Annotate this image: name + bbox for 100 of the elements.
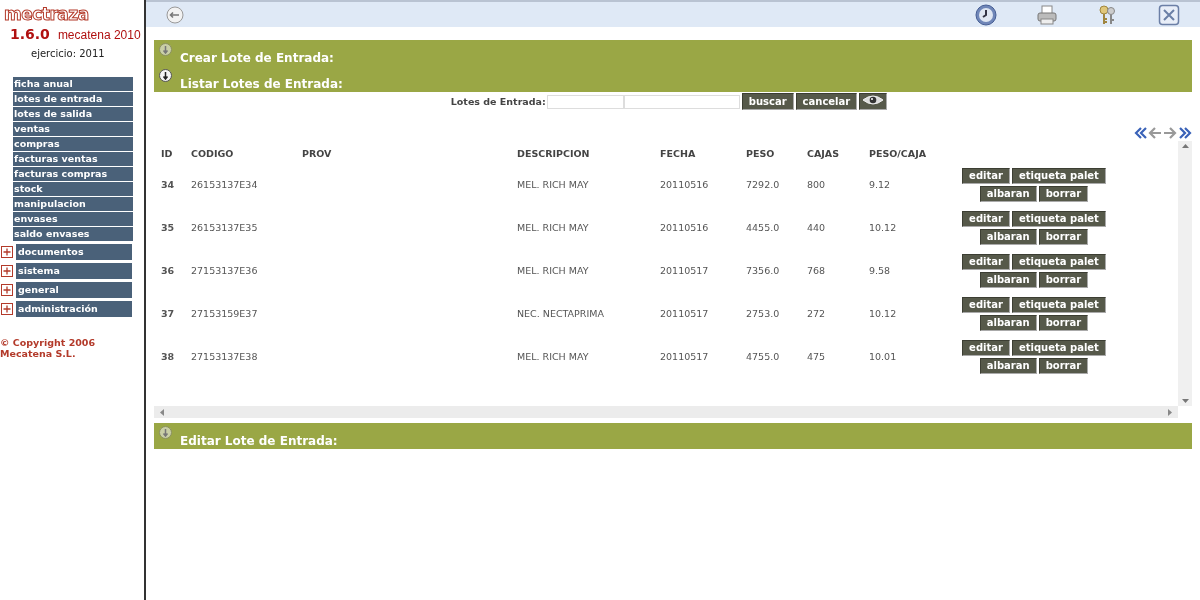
- sidebar-item[interactable]: saldo envases: [13, 227, 133, 241]
- table-cell: 7356.0: [746, 265, 780, 276]
- sidebar-item[interactable]: ficha anual: [13, 77, 133, 91]
- search-button[interactable]: cancelar: [795, 93, 858, 110]
- row-action-button[interactable]: editar: [962, 339, 1010, 356]
- input-field[interactable]: [623, 94, 740, 109]
- column-header: CODIGO: [190, 146, 235, 161]
- vertical-scrollbar[interactable]: [1178, 141, 1192, 406]
- expand-icon[interactable]: [1, 265, 13, 277]
- table-cell: 4455.0: [746, 222, 780, 233]
- row-action-button[interactable]: etiqueta palet: [1011, 253, 1106, 270]
- table-cell: 800: [807, 179, 826, 190]
- sidebar-item[interactable]: ventas: [13, 122, 133, 136]
- search-button[interactable]: buscar: [741, 93, 794, 110]
- table-cell: NEC. NECTAPRIMA: [517, 308, 604, 319]
- search-label: Lotes de Entrada:: [450, 96, 546, 107]
- row-action-button[interactable]: albaran: [979, 185, 1037, 202]
- table-cell: 20110517: [660, 265, 709, 276]
- eye-icon[interactable]: [859, 93, 888, 110]
- table-cell: 27153137E36: [191, 265, 258, 276]
- row-action-button[interactable]: albaran: [979, 271, 1037, 288]
- sidebar-item[interactable]: lotes de entrada: [13, 92, 133, 106]
- table-cell: 35: [161, 222, 175, 233]
- column-header: ID: [160, 146, 174, 161]
- row-action-button[interactable]: etiqueta palet: [1011, 296, 1106, 313]
- sidebar-item[interactable]: compras: [13, 137, 133, 151]
- column-header: PROV: [301, 146, 333, 161]
- expand-icon[interactable]: [159, 426, 172, 439]
- row-action-button[interactable]: borrar: [1038, 271, 1089, 288]
- table-cell: 9.12: [869, 179, 891, 190]
- sidebar-item[interactable]: facturas compras: [13, 167, 133, 181]
- table-cell: 272: [807, 308, 826, 319]
- table-cell: 10.12: [869, 222, 897, 233]
- version-number: 1.6.0: [10, 26, 50, 42]
- last-page-icon[interactable]: [1178, 126, 1192, 140]
- table-cell: 20110517: [660, 308, 709, 319]
- sidebar-group[interactable]: general: [16, 282, 132, 298]
- sidebar-group[interactable]: administración: [16, 301, 132, 317]
- table-cell: 4755.0: [746, 351, 780, 362]
- row-action-button[interactable]: borrar: [1038, 314, 1089, 331]
- row-action-button[interactable]: albaran: [979, 314, 1037, 331]
- row-action-button[interactable]: editar: [962, 253, 1010, 270]
- brand-label: mecatena 2010: [57, 28, 141, 42]
- scroll-down-icon[interactable]: [1181, 399, 1189, 403]
- back-icon[interactable]: [166, 5, 184, 24]
- row-action-button[interactable]: etiqueta palet: [1011, 339, 1106, 356]
- table-cell: 34: [161, 179, 175, 190]
- row-action-button[interactable]: etiqueta palet: [1011, 210, 1106, 227]
- sidebar-group[interactable]: sistema: [16, 263, 132, 279]
- copyright-text: © Copyright 2006 Mecatena S.L.: [0, 337, 97, 359]
- next-icon[interactable]: [1163, 126, 1177, 140]
- row-action-button[interactable]: borrar: [1038, 228, 1089, 245]
- column-header: FECHA: [659, 146, 697, 161]
- scroll-right-icon[interactable]: [1168, 408, 1172, 416]
- exercise-year: ejercicio: 2011: [31, 48, 106, 59]
- input-field[interactable]: [546, 94, 624, 109]
- table-cell: MEL. RICH MAY: [517, 351, 589, 362]
- row-action-button[interactable]: borrar: [1038, 357, 1089, 374]
- row-action-button[interactable]: albaran: [979, 357, 1037, 374]
- expand-icon[interactable]: [159, 43, 172, 56]
- column-header: CAJAS: [806, 146, 841, 161]
- table-cell: MEL. RICH MAY: [517, 222, 589, 233]
- sidebar-item[interactable]: envases: [13, 212, 133, 226]
- expand-icon[interactable]: [1, 246, 13, 258]
- row-action-button[interactable]: editar: [962, 296, 1010, 313]
- table-cell: 20110516: [660, 179, 709, 190]
- close-icon[interactable]: [1158, 3, 1180, 26]
- sidebar-item[interactable]: lotes de salida: [13, 107, 133, 121]
- app-logo: mectraza: [4, 4, 89, 24]
- row-action-button[interactable]: etiqueta palet: [1011, 167, 1106, 184]
- table-cell: 20110517: [660, 351, 709, 362]
- scroll-left-icon[interactable]: [160, 408, 164, 416]
- sidebar-item[interactable]: manipulacion: [13, 197, 133, 211]
- expand-icon[interactable]: [1, 284, 13, 296]
- printer-icon[interactable]: [1036, 3, 1058, 26]
- table-cell: 26153137E35: [191, 222, 258, 233]
- expand-icon[interactable]: [1, 303, 13, 315]
- table-cell: 475: [807, 351, 826, 362]
- clock-icon[interactable]: [975, 3, 997, 26]
- row-action-button[interactable]: borrar: [1038, 185, 1089, 202]
- column-header: PESO/CAJA: [868, 146, 928, 161]
- row-action-button[interactable]: editar: [962, 210, 1010, 227]
- table-cell: 440: [807, 222, 826, 233]
- previous-icon[interactable]: [1148, 126, 1162, 140]
- horizontal-scrollbar[interactable]: [154, 406, 1178, 418]
- sidebar-item[interactable]: facturas ventas: [13, 152, 133, 166]
- row-action-button[interactable]: albaran: [979, 228, 1037, 245]
- table-cell: MEL. RICH MAY: [517, 179, 589, 190]
- collapse-icon[interactable]: [159, 69, 172, 82]
- scroll-up-icon[interactable]: [1181, 144, 1189, 148]
- table-cell: 768: [807, 265, 826, 276]
- first-page-icon[interactable]: [1133, 126, 1147, 140]
- table-cell: 36: [161, 265, 175, 276]
- table-cell: 2753.0: [746, 308, 780, 319]
- row-action-button[interactable]: editar: [962, 167, 1010, 184]
- column-header: PESO: [745, 146, 776, 161]
- table-cell: MEL. RICH MAY: [517, 265, 589, 276]
- sidebar-item[interactable]: stock: [13, 182, 133, 196]
- table-cell: 10.12: [869, 308, 897, 319]
- sidebar-group[interactable]: documentos: [16, 244, 132, 260]
